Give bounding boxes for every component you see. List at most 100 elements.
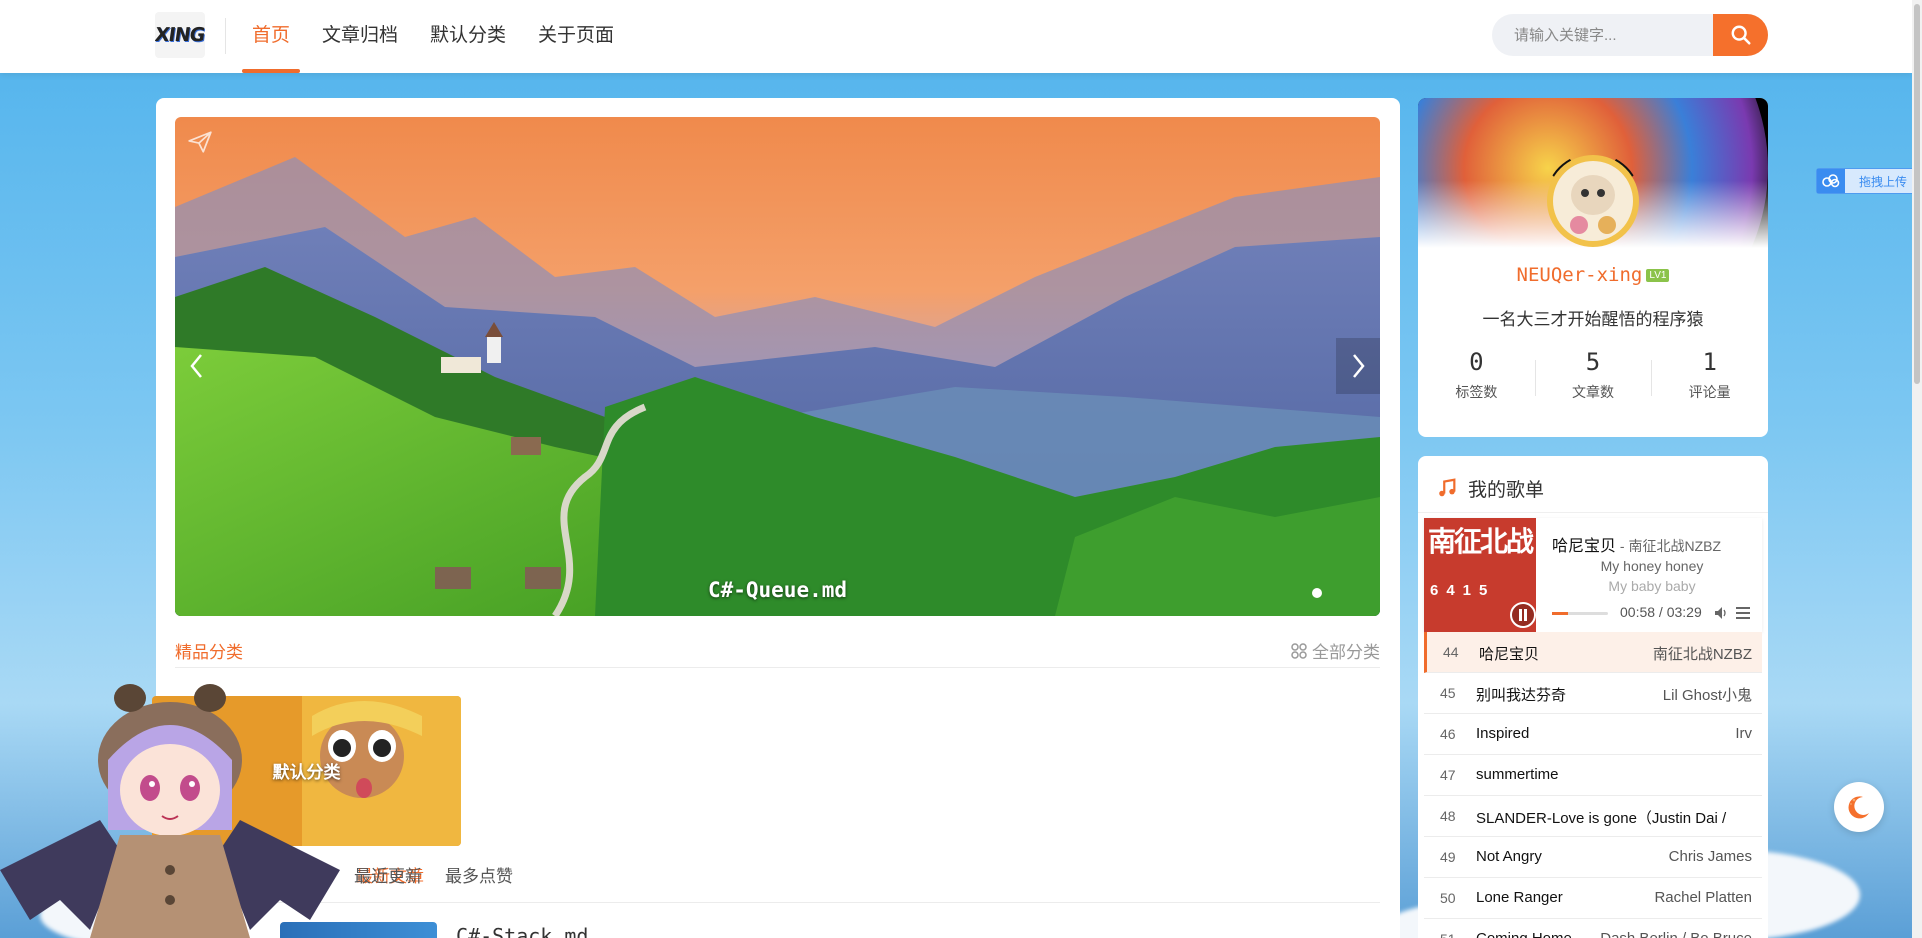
track-number: 47 bbox=[1440, 767, 1456, 783]
sort-tabs-divider bbox=[175, 902, 1380, 903]
post-sort-tabs: 最新文章 最近更新 最多点赞 bbox=[156, 862, 1400, 904]
music-note-icon bbox=[1439, 478, 1456, 497]
stat-comments[interactable]: 1 评论量 bbox=[1651, 348, 1768, 408]
category-section-header: 精品分类 全部分类 bbox=[175, 624, 1380, 668]
track-title: Not Angry bbox=[1476, 848, 1542, 865]
stat-tags-label: 标签数 bbox=[1455, 384, 1498, 400]
main-nav: 首页 文章归档 默认分类 关于页面 bbox=[236, 0, 630, 73]
logo-divider bbox=[225, 18, 226, 54]
profile-bio: 一名大三才开始醒悟的程序猿 bbox=[1482, 310, 1704, 329]
banner-next-button[interactable] bbox=[1336, 338, 1380, 394]
banner-caption[interactable]: C#-Queue.md bbox=[175, 578, 1380, 602]
search-button[interactable] bbox=[1713, 14, 1768, 56]
track-number: 46 bbox=[1440, 726, 1456, 742]
page-scrollbar[interactable] bbox=[1912, 0, 1922, 938]
theme-toggle-button[interactable] bbox=[1834, 782, 1884, 832]
banner-image bbox=[175, 117, 1380, 616]
track-artist: 南征北战NZBZ bbox=[1652, 646, 1752, 663]
list-item[interactable]: 44 哈尼宝贝 南征北战NZBZ bbox=[1424, 632, 1762, 673]
progress-bar[interactable] bbox=[1552, 612, 1608, 615]
playback-time: 00:58 / 03:29 bbox=[1620, 604, 1702, 620]
banner-indicator-dot[interactable] bbox=[1312, 588, 1322, 598]
current-song-title: 哈尼宝贝 bbox=[1552, 538, 1617, 555]
track-number: 48 bbox=[1440, 808, 1456, 824]
post-title[interactable]: C#-Stack.md bbox=[456, 924, 588, 938]
playlist-title: 我的歌单 bbox=[1468, 479, 1545, 501]
pause-button[interactable] bbox=[1510, 602, 1536, 628]
track-number: 45 bbox=[1440, 685, 1456, 701]
track-title: summertime bbox=[1476, 766, 1559, 783]
playlist-header: 我的歌单 bbox=[1436, 468, 1544, 508]
track-artist: Dash Berlin / Bo Bruce bbox=[1600, 930, 1752, 938]
stat-posts-label: 文章数 bbox=[1572, 384, 1614, 400]
top-navbar: XING 首页 文章归档 默认分类 关于页面 bbox=[0, 0, 1912, 73]
search-input[interactable] bbox=[1492, 14, 1713, 56]
avatar[interactable] bbox=[1545, 153, 1641, 249]
nav-item-default-category[interactable]: 默认分类 bbox=[414, 0, 522, 73]
banner-prev-button[interactable] bbox=[175, 338, 219, 394]
track-artist: Chris James bbox=[1668, 848, 1752, 865]
tab-most-liked[interactable]: 最多点赞 bbox=[445, 862, 513, 887]
current-song: 哈尼宝贝 - 南征北战NZBZ bbox=[1552, 532, 1721, 556]
stat-comments-value: 1 bbox=[1702, 348, 1717, 376]
track-title: Coming Home bbox=[1476, 930, 1572, 938]
all-categories-link[interactable]: 全部分类 bbox=[1291, 638, 1380, 663]
drag-upload-widget[interactable]: 拖拽上传 bbox=[1816, 168, 1922, 194]
pause-icon bbox=[1519, 609, 1527, 621]
chevron-left-icon bbox=[190, 354, 202, 378]
live2d-mascot[interactable] bbox=[0, 670, 340, 938]
nav-item-home[interactable]: 首页 bbox=[236, 0, 306, 73]
playlist-menu-icon[interactable] bbox=[1736, 607, 1750, 619]
track-title: Lone Ranger bbox=[1476, 889, 1563, 906]
volume-icon[interactable] bbox=[1714, 606, 1728, 620]
list-item[interactable]: 47 summertime bbox=[1424, 755, 1762, 796]
list-item[interactable]: 46 Inspired Irv bbox=[1424, 714, 1762, 755]
album-cover-digits: 6415 bbox=[1430, 582, 1496, 599]
paper-plane-icon bbox=[188, 131, 212, 153]
list-item[interactable]: 49 Not Angry Chris James bbox=[1424, 837, 1762, 878]
track-number: 49 bbox=[1440, 849, 1456, 865]
track-artist: Irv bbox=[1735, 725, 1752, 742]
list-item[interactable]: 51 Coming Home Dash Berlin / Bo Bruce bbox=[1424, 919, 1762, 938]
category-section-title: 精品分类 bbox=[175, 643, 243, 662]
stat-comments-label: 评论量 bbox=[1688, 384, 1731, 400]
cloud-upload-icon bbox=[1822, 174, 1840, 188]
nav-item-about[interactable]: 关于页面 bbox=[522, 0, 630, 73]
list-item[interactable]: 45 别叫我达芬奇 Lil Ghost小鬼 bbox=[1424, 673, 1762, 714]
track-title: SLANDER-Love is gone（Justin Dai / bbox=[1476, 810, 1727, 827]
track-title: Inspired bbox=[1476, 725, 1530, 742]
list-item[interactable]: 48 SLANDER-Love is gone（Justin Dai / bbox=[1424, 796, 1762, 837]
site-logo[interactable]: XING bbox=[155, 12, 205, 58]
stat-posts[interactable]: 5 文章数 bbox=[1534, 348, 1652, 408]
stat-tags-value: 0 bbox=[1469, 348, 1484, 376]
nav-item-archive[interactable]: 文章归档 bbox=[306, 0, 414, 73]
track-number: 50 bbox=[1440, 890, 1456, 906]
profile-card: NEUQer-xing LV1 一名大三才开始醒悟的程序猿 0 标签数 5 文章数… bbox=[1418, 98, 1768, 437]
profile-stats: 0 标签数 5 文章数 1 评论量 bbox=[1418, 348, 1768, 408]
profile-name[interactable]: NEUQer-xing LV1 bbox=[1418, 264, 1768, 286]
track-title: 别叫我达芬奇 bbox=[1476, 687, 1567, 704]
stat-tags[interactable]: 0 标签数 bbox=[1418, 348, 1535, 408]
moon-icon bbox=[1848, 796, 1869, 819]
banner-carousel[interactable]: C#-Queue.md bbox=[175, 117, 1380, 616]
track-artist: Rachel Platten bbox=[1654, 889, 1752, 906]
track-number: 51 bbox=[1440, 931, 1456, 938]
album-cover[interactable]: 南征北战 6415 bbox=[1424, 518, 1536, 632]
music-player: 南征北战 6415 哈尼宝贝 - 南征北战NZBZ My honey honey… bbox=[1424, 518, 1762, 632]
profile-username: NEUQer-xing bbox=[1516, 264, 1643, 286]
list-item[interactable]: 50 Lone Ranger Rachel Platten bbox=[1424, 878, 1762, 919]
track-list: 44 哈尼宝贝 南征北战NZBZ 45 别叫我达芬奇 Lil Ghost小鬼 4… bbox=[1424, 632, 1762, 938]
grid-icon bbox=[1291, 642, 1307, 659]
level-badge: LV1 bbox=[1646, 269, 1670, 282]
lyric-next: My baby baby bbox=[1608, 578, 1696, 594]
search-box bbox=[1492, 14, 1768, 56]
chevron-right-icon bbox=[1353, 354, 1365, 378]
track-number: 44 bbox=[1443, 644, 1459, 660]
track-title: 哈尼宝贝 bbox=[1479, 646, 1540, 663]
lyric-current: My honey honey bbox=[1600, 558, 1704, 574]
tab-recently-updated[interactable]: 最近更新 bbox=[354, 862, 422, 887]
progress-fill bbox=[1552, 612, 1568, 615]
scrollbar-thumb[interactable] bbox=[1914, 4, 1920, 384]
playlist-card: 我的歌单 南征北战 6415 哈尼宝贝 - 南征北战NZBZ My honey … bbox=[1418, 456, 1768, 938]
upload-icon-box bbox=[1817, 169, 1845, 193]
